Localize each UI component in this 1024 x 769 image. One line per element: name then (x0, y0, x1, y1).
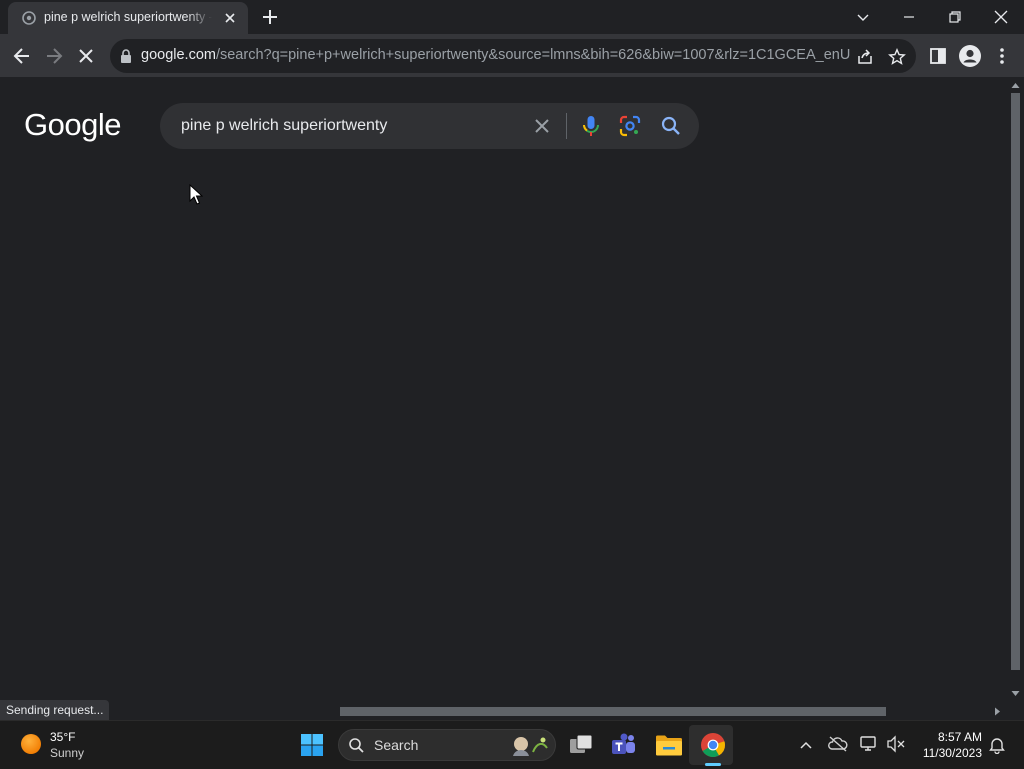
weather-sun-icon[interactable] (20, 733, 42, 755)
horizontal-scroll-thumb[interactable] (340, 707, 886, 716)
side-panel-icon[interactable] (928, 46, 948, 66)
chrome-icon[interactable] (700, 732, 726, 758)
back-icon[interactable] (10, 44, 34, 68)
profile-icon[interactable] (958, 44, 982, 68)
stop-loading-icon[interactable] (74, 44, 98, 68)
share-icon[interactable] (856, 48, 874, 66)
tab-search-icon[interactable] (852, 6, 874, 28)
window-close-icon[interactable] (990, 6, 1012, 28)
microphone-icon[interactable] (580, 114, 602, 138)
bookmark-star-icon[interactable] (888, 48, 906, 66)
weather-temperature[interactable]: 35°F (50, 730, 75, 744)
clear-search-icon[interactable] (532, 116, 552, 136)
url-text[interactable]: google.com/search?q=pine+p+welrich+super… (141, 47, 851, 65)
vertical-scroll-thumb[interactable] (1011, 93, 1020, 670)
windows-taskbar: 35°F Sunny Search 8:57 AM 11/30/2023 (0, 720, 1024, 769)
scroll-up-arrow-icon[interactable] (1010, 80, 1021, 90)
browser-toolbar: google.com/search?q=pine+p+welrich+super… (0, 34, 1024, 77)
new-tab-icon[interactable] (260, 7, 280, 27)
taskbar-search-label: Search (374, 737, 419, 753)
taskbar-search[interactable]: Search (338, 729, 556, 761)
teams-icon[interactable] (611, 732, 637, 758)
tab-strip: pine p welrich superiortwenty - Google S… (0, 0, 1024, 34)
task-view-icon[interactable] (568, 733, 594, 757)
scroll-right-arrow-icon[interactable] (993, 706, 1003, 717)
google-favicon-icon (22, 11, 36, 25)
search-icon[interactable] (660, 115, 682, 137)
lock-icon[interactable] (120, 49, 132, 63)
onedrive-icon[interactable] (828, 735, 848, 753)
tab-close-icon[interactable] (222, 10, 238, 26)
url-host: google.com (141, 47, 216, 63)
chrome-running-indicator (705, 763, 721, 766)
taskbar-search-icon (349, 738, 364, 753)
show-hidden-icons-icon[interactable] (798, 737, 814, 753)
weather-condition[interactable]: Sunny (50, 746, 84, 760)
google-lens-icon[interactable] (619, 115, 641, 137)
menu-icon[interactable] (992, 46, 1012, 66)
minimize-icon[interactable] (898, 6, 920, 28)
volume-icon[interactable] (886, 735, 906, 753)
clock-date[interactable]: 11/30/2023 (918, 746, 982, 760)
tab-title: pine p welrich superiortwenty - Google S… (44, 10, 212, 24)
restore-icon[interactable] (944, 6, 966, 28)
network-icon[interactable] (859, 735, 879, 753)
url-path: /search?q=pine+p+welrich+superiortwenty&… (215, 47, 851, 63)
windows-start-icon[interactable] (300, 733, 324, 757)
search-divider (566, 113, 567, 139)
browser-tab[interactable]: pine p welrich superiortwenty - Google S… (8, 2, 248, 34)
search-highlight-icon (513, 737, 548, 756)
notification-bell-icon[interactable] (988, 736, 1006, 754)
google-logo[interactable]: Google (24, 107, 121, 143)
clock-time[interactable]: 8:57 AM (930, 730, 982, 744)
mouse-cursor-icon (189, 184, 203, 205)
page-content: Google pine p welrich superiortwenty (0, 77, 1007, 720)
address-bar[interactable]: google.com/search?q=pine+p+welrich+super… (110, 39, 916, 73)
search-box[interactable]: pine p welrich superiortwenty (160, 103, 699, 149)
forward-icon[interactable] (42, 44, 66, 68)
scroll-down-arrow-icon[interactable] (1010, 689, 1021, 699)
status-bubble: Sending request... (0, 700, 110, 720)
file-explorer-icon[interactable] (655, 733, 683, 757)
search-input[interactable]: pine p welrich superiortwenty (181, 117, 387, 135)
